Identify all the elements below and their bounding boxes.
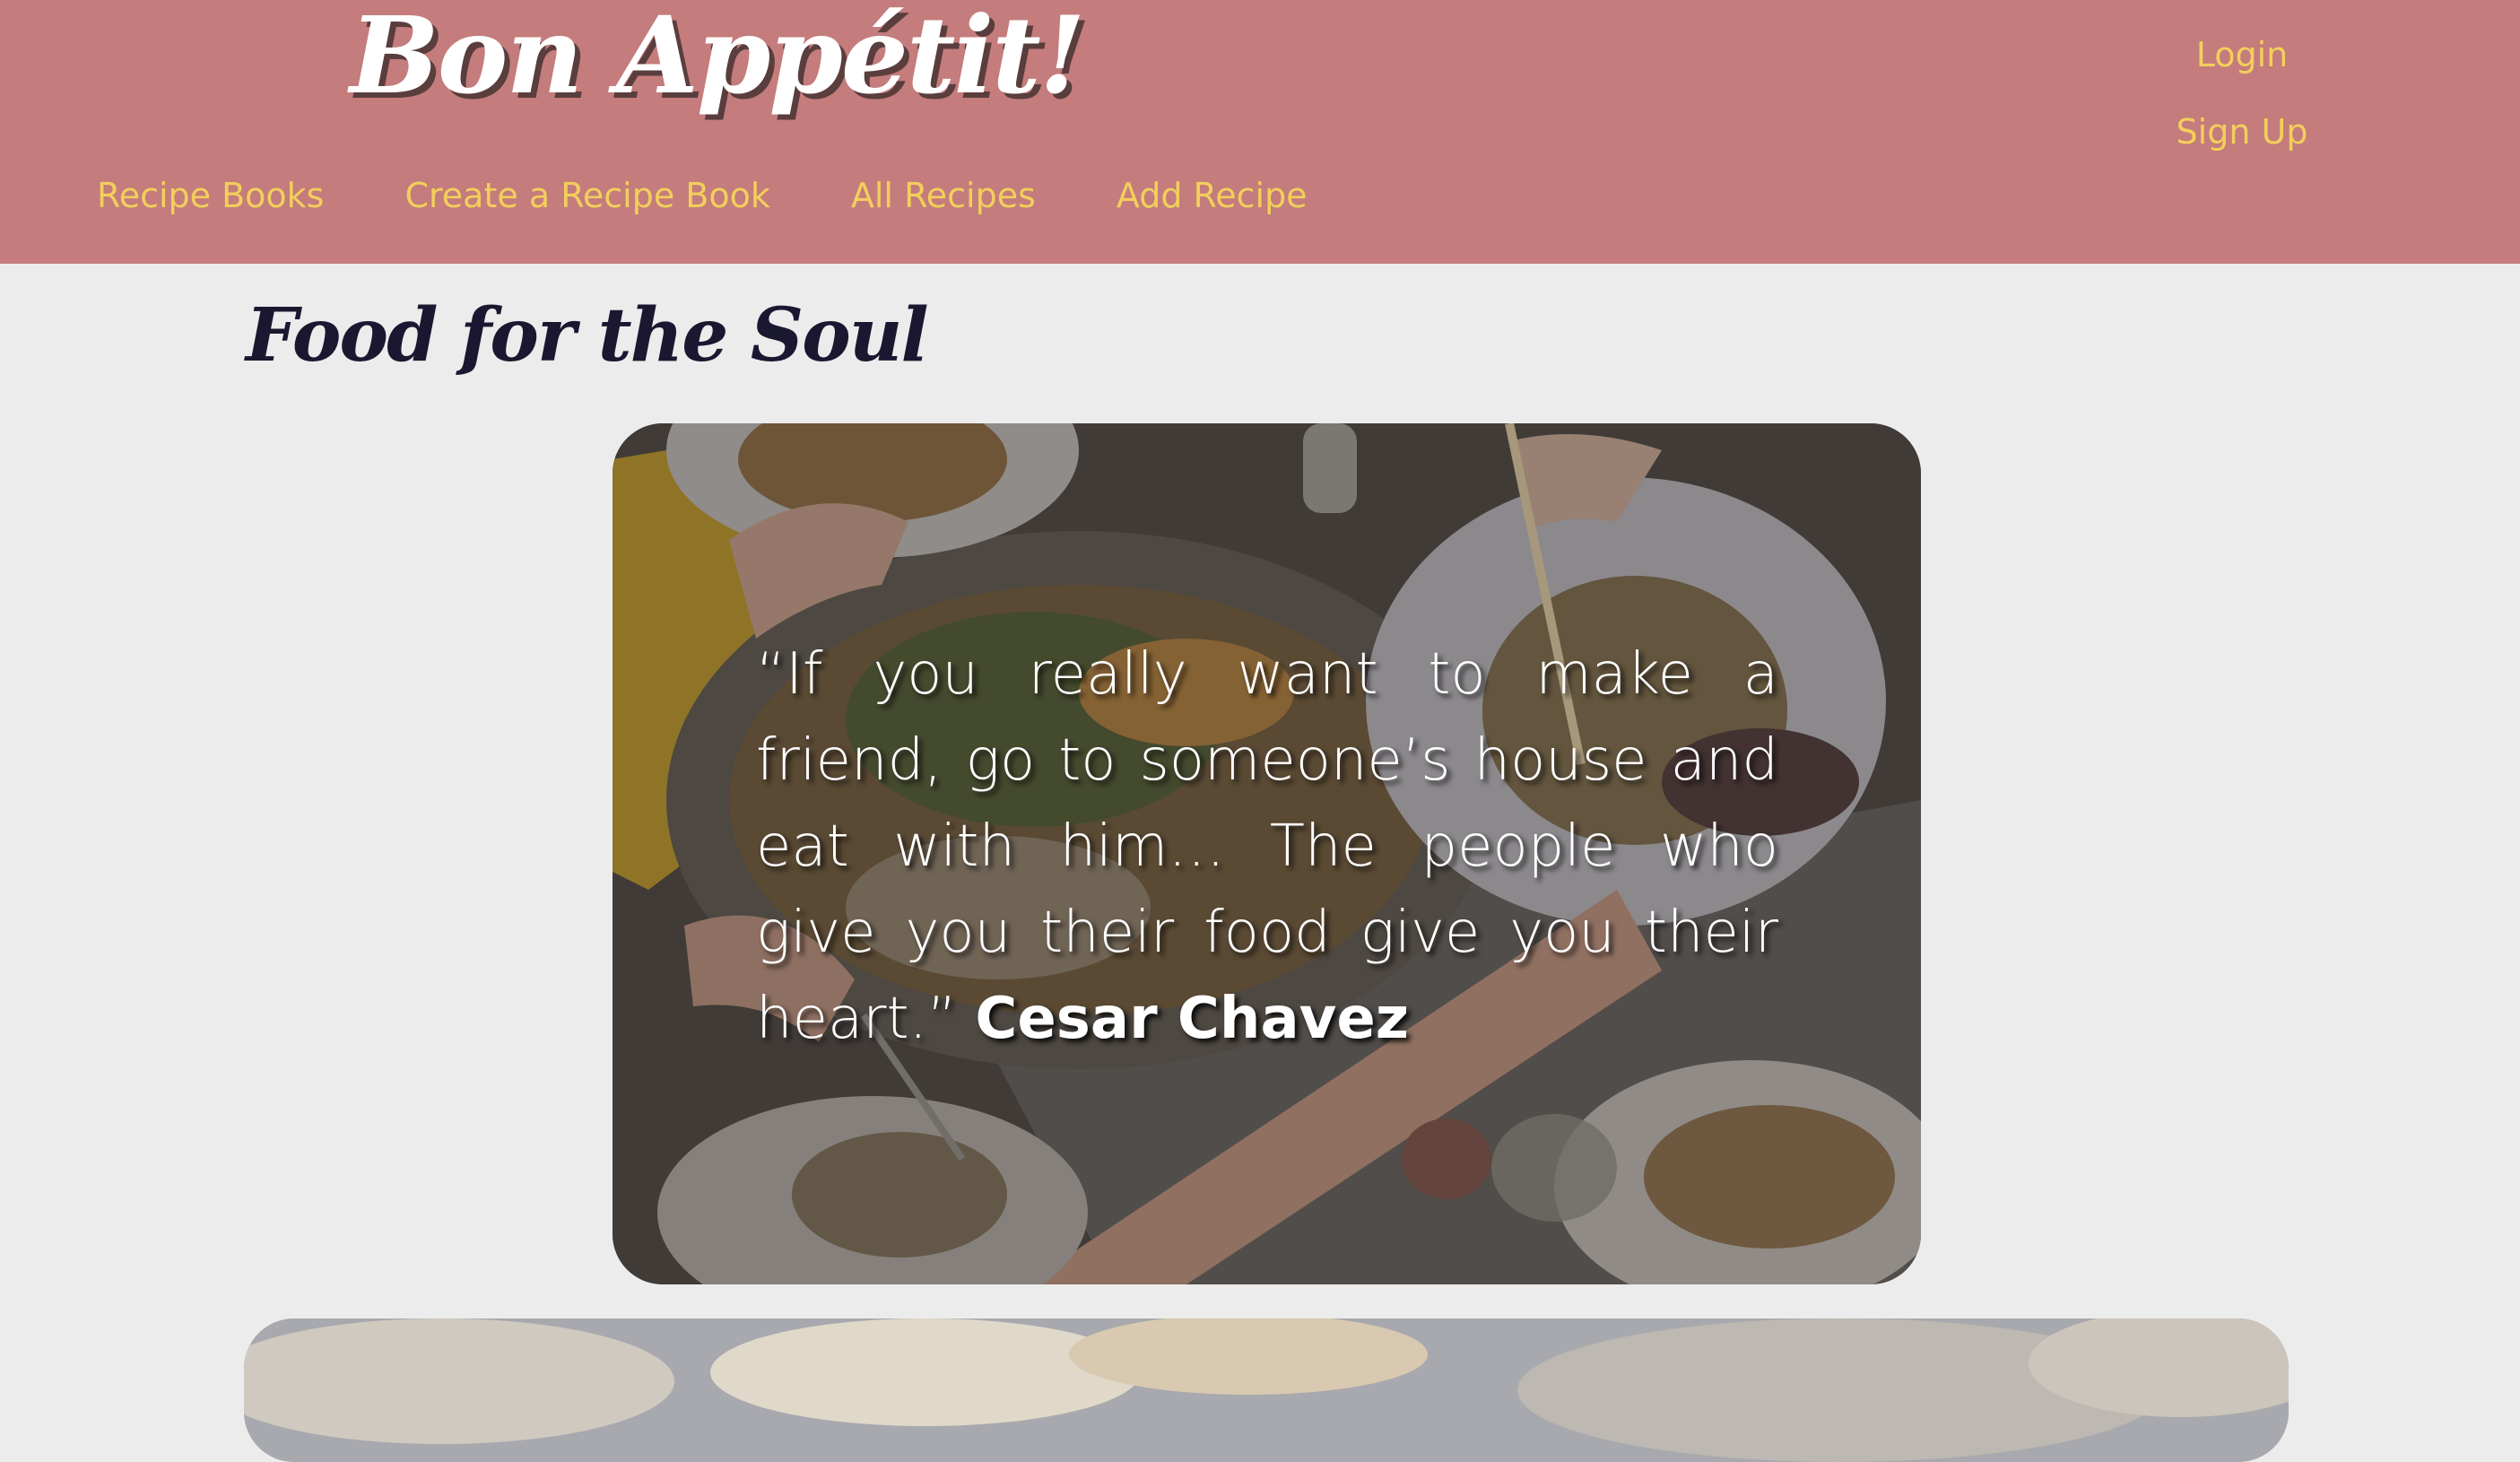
sky-banner-card — [244, 1318, 2289, 1462]
signup-link[interactable]: Sign Up — [2152, 93, 2332, 170]
auth-links: Login Sign Up — [2152, 16, 2332, 170]
nav-all-recipes[interactable]: All Recipes — [851, 176, 1036, 215]
main-nav: Recipe Books Create a Recipe Book All Re… — [97, 176, 1308, 215]
nav-recipe-books[interactable]: Recipe Books — [97, 176, 324, 215]
nav-add-recipe[interactable]: Add Recipe — [1117, 176, 1308, 215]
nav-create-recipe-book[interactable]: Create a Recipe Book — [404, 176, 769, 215]
quote-author: Cesar Chavez — [975, 986, 1409, 1052]
hero-quote-card: “If you really want to make a friend, go… — [613, 423, 1921, 1284]
login-link[interactable]: Login — [2152, 16, 2332, 93]
sky-clouds-image — [244, 1318, 2289, 1462]
cloud-mid-left — [710, 1318, 1141, 1426]
page-title: Food for the Soul — [246, 292, 929, 379]
hero-quote: “If you really want to make a friend, go… — [756, 631, 1778, 1062]
site-header: Bon Appétit! Login Sign Up Recipe Books … — [0, 0, 2520, 264]
brand-logo[interactable]: Bon Appétit! — [350, 0, 1086, 117]
